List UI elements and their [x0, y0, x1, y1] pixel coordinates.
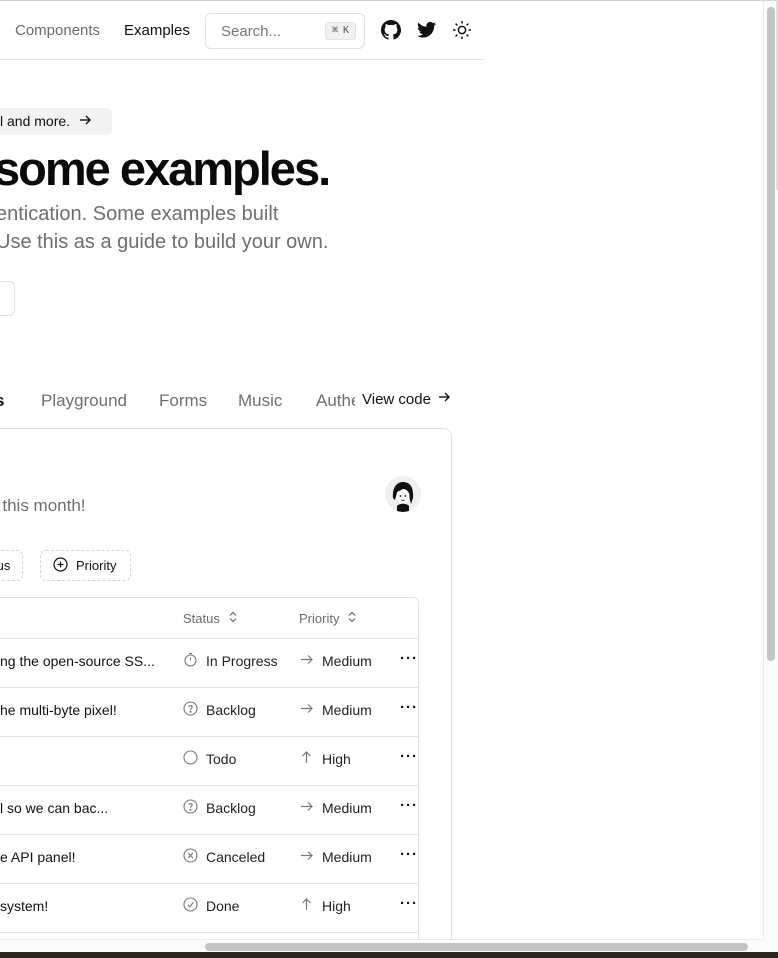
- announcement-text: l and more.: [0, 113, 71, 129]
- top-nav: Components Examples Search... ⌘ K: [0, 1, 484, 60]
- row-actions-button[interactable]: ···: [400, 748, 418, 765]
- task-status: Todo: [183, 750, 236, 768]
- row-divider: [0, 932, 418, 933]
- priority-label: High: [322, 751, 351, 767]
- task-status: In Progress: [183, 652, 278, 670]
- sort-icon: [228, 611, 238, 626]
- task-status: Backlog: [183, 799, 256, 817]
- command-key: ⌘: [331, 25, 338, 36]
- k-key: K: [342, 25, 349, 36]
- priority-filter-button[interactable]: Priority: [40, 550, 131, 581]
- task-title: system!: [0, 898, 49, 914]
- avatar[interactable]: [385, 476, 421, 512]
- row-divider: [0, 883, 418, 884]
- question-circle-icon: [183, 701, 198, 719]
- row-actions-button[interactable]: ···: [400, 650, 418, 667]
- tab-tasks[interactable]: s: [0, 391, 4, 411]
- task-status: Backlog: [183, 701, 256, 719]
- row-divider: [0, 785, 418, 786]
- row-actions-button[interactable]: ···: [400, 895, 418, 912]
- priority-label: Medium: [322, 653, 372, 669]
- arrow-up-icon: [299, 897, 314, 915]
- status-label: Backlog: [206, 800, 256, 816]
- vertical-scroll-thumb[interactable]: [767, 7, 775, 661]
- nav-link-components[interactable]: Components: [15, 22, 100, 39]
- view-code-link[interactable]: View code: [362, 390, 451, 408]
- tab-forms[interactable]: Forms: [159, 391, 207, 411]
- priority-label: Medium: [322, 849, 372, 865]
- task-priority: Medium: [299, 652, 372, 670]
- browser-window: Components Examples Search... ⌘ K l and …: [0, 0, 778, 952]
- priority-label: High: [322, 898, 351, 914]
- task-priority: Medium: [299, 701, 372, 719]
- view-code-label: View code: [362, 390, 431, 408]
- status-label: In Progress: [206, 653, 278, 669]
- sun-icon[interactable]: [452, 20, 472, 40]
- status-label: Todo: [206, 751, 237, 767]
- arrow-right-icon: [299, 701, 314, 719]
- examples-tabs: s Playground Forms Music Authe: [0, 387, 355, 415]
- task-priority: High: [299, 750, 351, 768]
- stopwatch-icon: [183, 652, 198, 670]
- row-divider: [0, 736, 418, 737]
- priority-header-label: Priority: [299, 611, 340, 626]
- cross-circle-icon: [183, 848, 198, 866]
- nav-link-examples[interactable]: Examples: [124, 22, 190, 39]
- status-filter-button[interactable]: tus: [0, 550, 24, 581]
- arrow-right-icon: [299, 799, 314, 817]
- task-status: Canceled: [183, 848, 265, 866]
- arrow-right-icon: [437, 390, 451, 408]
- task-priority: High: [299, 897, 351, 915]
- search-shortcut: ⌘ K: [324, 22, 356, 40]
- question-circle-icon: [183, 799, 198, 817]
- task-priority: Medium: [299, 848, 372, 866]
- arrow-right-icon: [299, 652, 314, 670]
- priority-filter-label: Priority: [76, 558, 117, 573]
- row-divider: [0, 687, 418, 688]
- sort-icon: [347, 611, 357, 626]
- search-placeholder: Search...: [221, 23, 282, 40]
- circle-icon: [183, 750, 198, 768]
- arrow-right-icon: [78, 109, 92, 136]
- secondary-cta-button[interactable]: [0, 281, 15, 316]
- arrow-up-icon: [299, 750, 314, 768]
- priority-label: Medium: [322, 800, 372, 816]
- tab-authentication[interactable]: Authe: [316, 391, 355, 411]
- priority-label: Medium: [322, 702, 372, 718]
- plus-circle-icon: [53, 556, 68, 575]
- github-icon[interactable]: [381, 20, 402, 40]
- page-subtitle-line-1: entication. Some examples built: [0, 203, 279, 225]
- task-title: ng the open-source SS...: [0, 653, 155, 669]
- page-subtitle-line-2: Use this as a guide to build your own.: [0, 231, 329, 253]
- status-label: Done: [206, 898, 240, 914]
- status-label: Backlog: [206, 702, 256, 718]
- row-actions-button[interactable]: ···: [400, 846, 418, 863]
- horizontal-scroll-thumb[interactable]: [205, 943, 748, 951]
- task-priority: Medium: [299, 799, 372, 817]
- row-divider: [0, 834, 418, 835]
- twitter-icon[interactable]: [417, 20, 437, 40]
- card-subtitle: r this month!: [0, 496, 86, 515]
- status-label: Canceled: [206, 849, 266, 865]
- status-header-label: Status: [183, 611, 220, 626]
- task-title: he multi-byte pixel!: [0, 702, 117, 718]
- task-status: Done: [183, 897, 239, 915]
- task-title: l so we can bac...: [0, 800, 109, 816]
- arrow-right-icon: [299, 848, 314, 866]
- row-divider: [0, 638, 418, 639]
- announcement-pill[interactable]: l and more.: [0, 108, 112, 135]
- scrollbar-corner: [763, 939, 778, 952]
- task-title: e API panel!: [0, 849, 76, 865]
- tab-music[interactable]: Music: [238, 391, 282, 411]
- status-filter-label: tus: [0, 558, 11, 573]
- row-actions-button[interactable]: ···: [400, 699, 418, 716]
- search-input[interactable]: Search... ⌘ K: [205, 13, 365, 49]
- row-actions-button[interactable]: ···: [400, 797, 418, 814]
- page-title: some examples.: [0, 142, 331, 195]
- priority-column-header[interactable]: Priority: [299, 611, 357, 626]
- tab-playground[interactable]: Playground: [41, 391, 127, 411]
- status-column-header[interactable]: Status: [183, 611, 238, 626]
- check-circle-icon: [183, 897, 198, 915]
- horizontal-scrollbar[interactable]: [0, 939, 763, 952]
